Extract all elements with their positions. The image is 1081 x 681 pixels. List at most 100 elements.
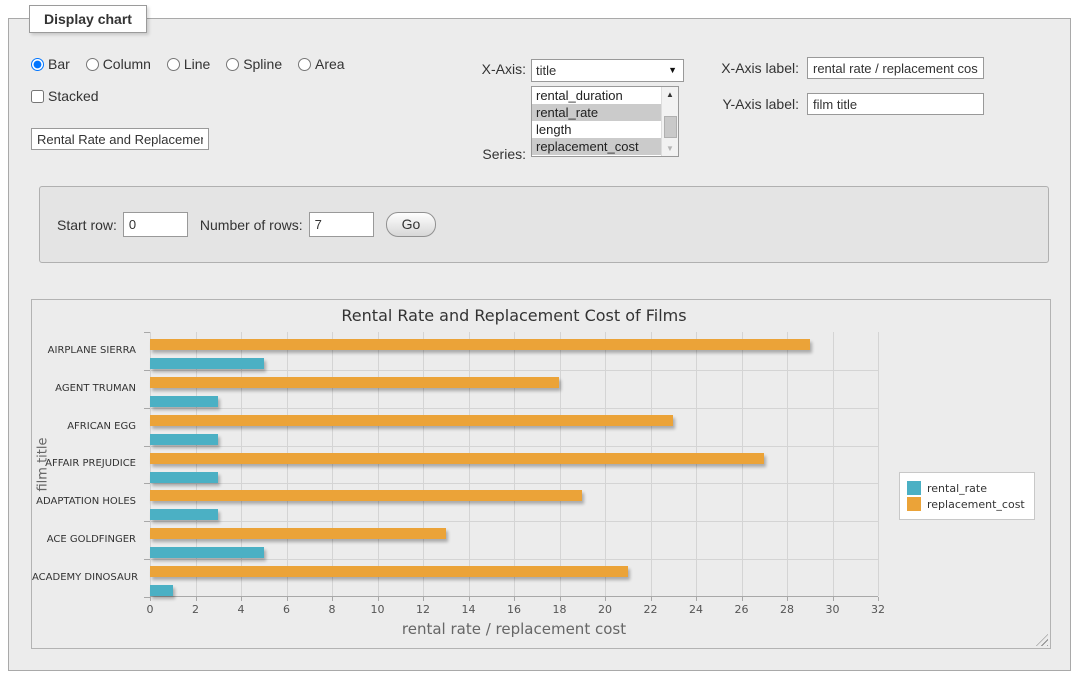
grid-line xyxy=(878,332,879,596)
stacked-checkbox[interactable] xyxy=(31,90,44,103)
bar-replacement_cost[interactable] xyxy=(150,528,446,539)
x-tick-mark xyxy=(514,597,515,601)
series-option-replacement_cost[interactable]: replacement_cost xyxy=(532,138,661,155)
x-tick-mark xyxy=(742,597,743,601)
chart-title: Rental Rate and Replacement Cost of Film… xyxy=(32,306,996,325)
category-label: ACE GOLDFINGER xyxy=(32,534,136,545)
series-option-rental_duration[interactable]: rental_duration xyxy=(532,87,661,104)
chart-legend: rental_rate replacement_cost xyxy=(899,472,1035,520)
x-tick-mark xyxy=(241,597,242,601)
grid-line xyxy=(423,332,424,596)
chart-category-labels: AIRPLANE SIERRAAGENT TRUMANAFRICAN EGGAF… xyxy=(32,332,144,597)
chart-x-tick-labels: 02468101214161820222426283032 xyxy=(150,603,878,616)
bar-rental_rate[interactable] xyxy=(150,434,218,445)
x-tick-label: 18 xyxy=(553,603,567,616)
grid-line xyxy=(287,332,288,596)
start-row-label: Start row: xyxy=(57,217,117,233)
radio-column[interactable]: Column xyxy=(86,56,151,72)
resize-handle-icon[interactable] xyxy=(1036,634,1048,646)
scroll-up-icon[interactable]: ▲ xyxy=(662,87,679,102)
num-rows-input[interactable] xyxy=(309,212,374,237)
chart-x-axis-title: rental rate / replacement cost xyxy=(150,620,878,638)
x-tick-mark xyxy=(560,597,561,601)
stacked-checkbox-label[interactable]: Stacked xyxy=(31,88,99,104)
bar-replacement_cost[interactable] xyxy=(150,490,582,501)
bar-rental_rate[interactable] xyxy=(150,585,173,596)
x-tick-mark xyxy=(378,597,379,601)
legend-entry-rental_rate[interactable]: rental_rate xyxy=(907,481,1025,495)
grid-line xyxy=(378,332,379,596)
category-label: AIRPLANE SIERRA xyxy=(32,345,136,356)
grid-line xyxy=(150,521,878,522)
x-tick-label: 6 xyxy=(283,603,290,616)
scrollbar-thumb[interactable] xyxy=(664,116,677,138)
bar-replacement_cost[interactable] xyxy=(150,415,673,426)
x-axis-select-wrap: title ▼ xyxy=(531,59,684,82)
grid-line xyxy=(560,332,561,596)
radio-line-input[interactable] xyxy=(167,58,180,71)
radio-bar[interactable]: Bar xyxy=(31,56,70,72)
category-label: AGENT TRUMAN xyxy=(32,383,136,394)
radio-line[interactable]: Line xyxy=(167,56,210,72)
grid-line xyxy=(332,332,333,596)
x-tick-label: 12 xyxy=(416,603,430,616)
radio-spline[interactable]: Spline xyxy=(226,56,282,72)
legend-label: rental_rate xyxy=(927,482,987,495)
radio-column-input[interactable] xyxy=(86,58,99,71)
bar-replacement_cost[interactable] xyxy=(150,566,628,577)
series-select-label: Series: xyxy=(409,146,526,162)
grid-line xyxy=(651,332,652,596)
go-button[interactable]: Go xyxy=(386,212,437,237)
bar-rental_rate[interactable] xyxy=(150,509,218,520)
x-tick-label: 32 xyxy=(871,603,885,616)
x-tick-label: 4 xyxy=(238,603,245,616)
x-axis-select[interactable]: title xyxy=(531,59,684,82)
series-option-rental_rate[interactable]: rental_rate xyxy=(532,104,661,121)
bar-rental_rate[interactable] xyxy=(150,396,218,407)
grid-line xyxy=(469,332,470,596)
radio-area-input[interactable] xyxy=(298,58,311,71)
grid-line xyxy=(150,370,878,371)
grid-line xyxy=(833,332,834,596)
x-tick-mark xyxy=(878,597,879,601)
x-tick-label: 14 xyxy=(462,603,476,616)
bar-replacement_cost[interactable] xyxy=(150,339,810,350)
series-listbox[interactable]: rental_durationrental_ratelengthreplacem… xyxy=(531,86,679,157)
series-option-length[interactable]: length xyxy=(532,121,661,138)
bar-rental_rate[interactable] xyxy=(150,472,218,483)
scroll-down-icon[interactable]: ▼ xyxy=(662,141,679,156)
y-axis-label-input[interactable] xyxy=(807,93,984,115)
radio-area[interactable]: Area xyxy=(298,56,345,72)
x-axis-label-label: X-Axis label: xyxy=(699,60,799,76)
bar-rental_rate[interactable] xyxy=(150,358,264,369)
category-label: ADAPTATION HOLES xyxy=(32,496,136,507)
radio-spline-input[interactable] xyxy=(226,58,239,71)
x-tick-label: 10 xyxy=(371,603,385,616)
bar-rental_rate[interactable] xyxy=(150,547,264,558)
x-tick-mark xyxy=(332,597,333,601)
x-tick-label: 20 xyxy=(598,603,612,616)
series-scrollbar[interactable]: ▲ ▼ xyxy=(661,87,678,156)
grid-line xyxy=(742,332,743,596)
x-tick-label: 26 xyxy=(735,603,749,616)
x-tick-label: 2 xyxy=(192,603,199,616)
bar-replacement_cost[interactable] xyxy=(150,377,559,388)
legend-entry-replacement_cost[interactable]: replacement_cost xyxy=(907,497,1025,511)
start-row-input[interactable] xyxy=(123,212,188,237)
chart-title-input[interactable] xyxy=(31,128,209,150)
bar-replacement_cost[interactable] xyxy=(150,453,764,464)
display-chart-panel: Display chart Bar Column Line Spline Are… xyxy=(8,18,1071,671)
category-label: AFRICAN EGG xyxy=(32,421,136,432)
grid-line xyxy=(605,332,606,596)
legend-swatch xyxy=(907,497,921,511)
y-axis-label-label: Y-Axis label: xyxy=(699,96,799,112)
stacked-row: Stacked xyxy=(31,88,111,104)
x-tick-label: 16 xyxy=(507,603,521,616)
x-tick-mark xyxy=(150,597,151,601)
x-tick-mark xyxy=(833,597,834,601)
row-range-panel: Start row: Number of rows: Go xyxy=(39,186,1049,263)
x-tick-mark xyxy=(287,597,288,601)
grid-line xyxy=(787,332,788,596)
x-axis-label-input[interactable] xyxy=(807,57,984,79)
radio-bar-input[interactable] xyxy=(31,58,44,71)
